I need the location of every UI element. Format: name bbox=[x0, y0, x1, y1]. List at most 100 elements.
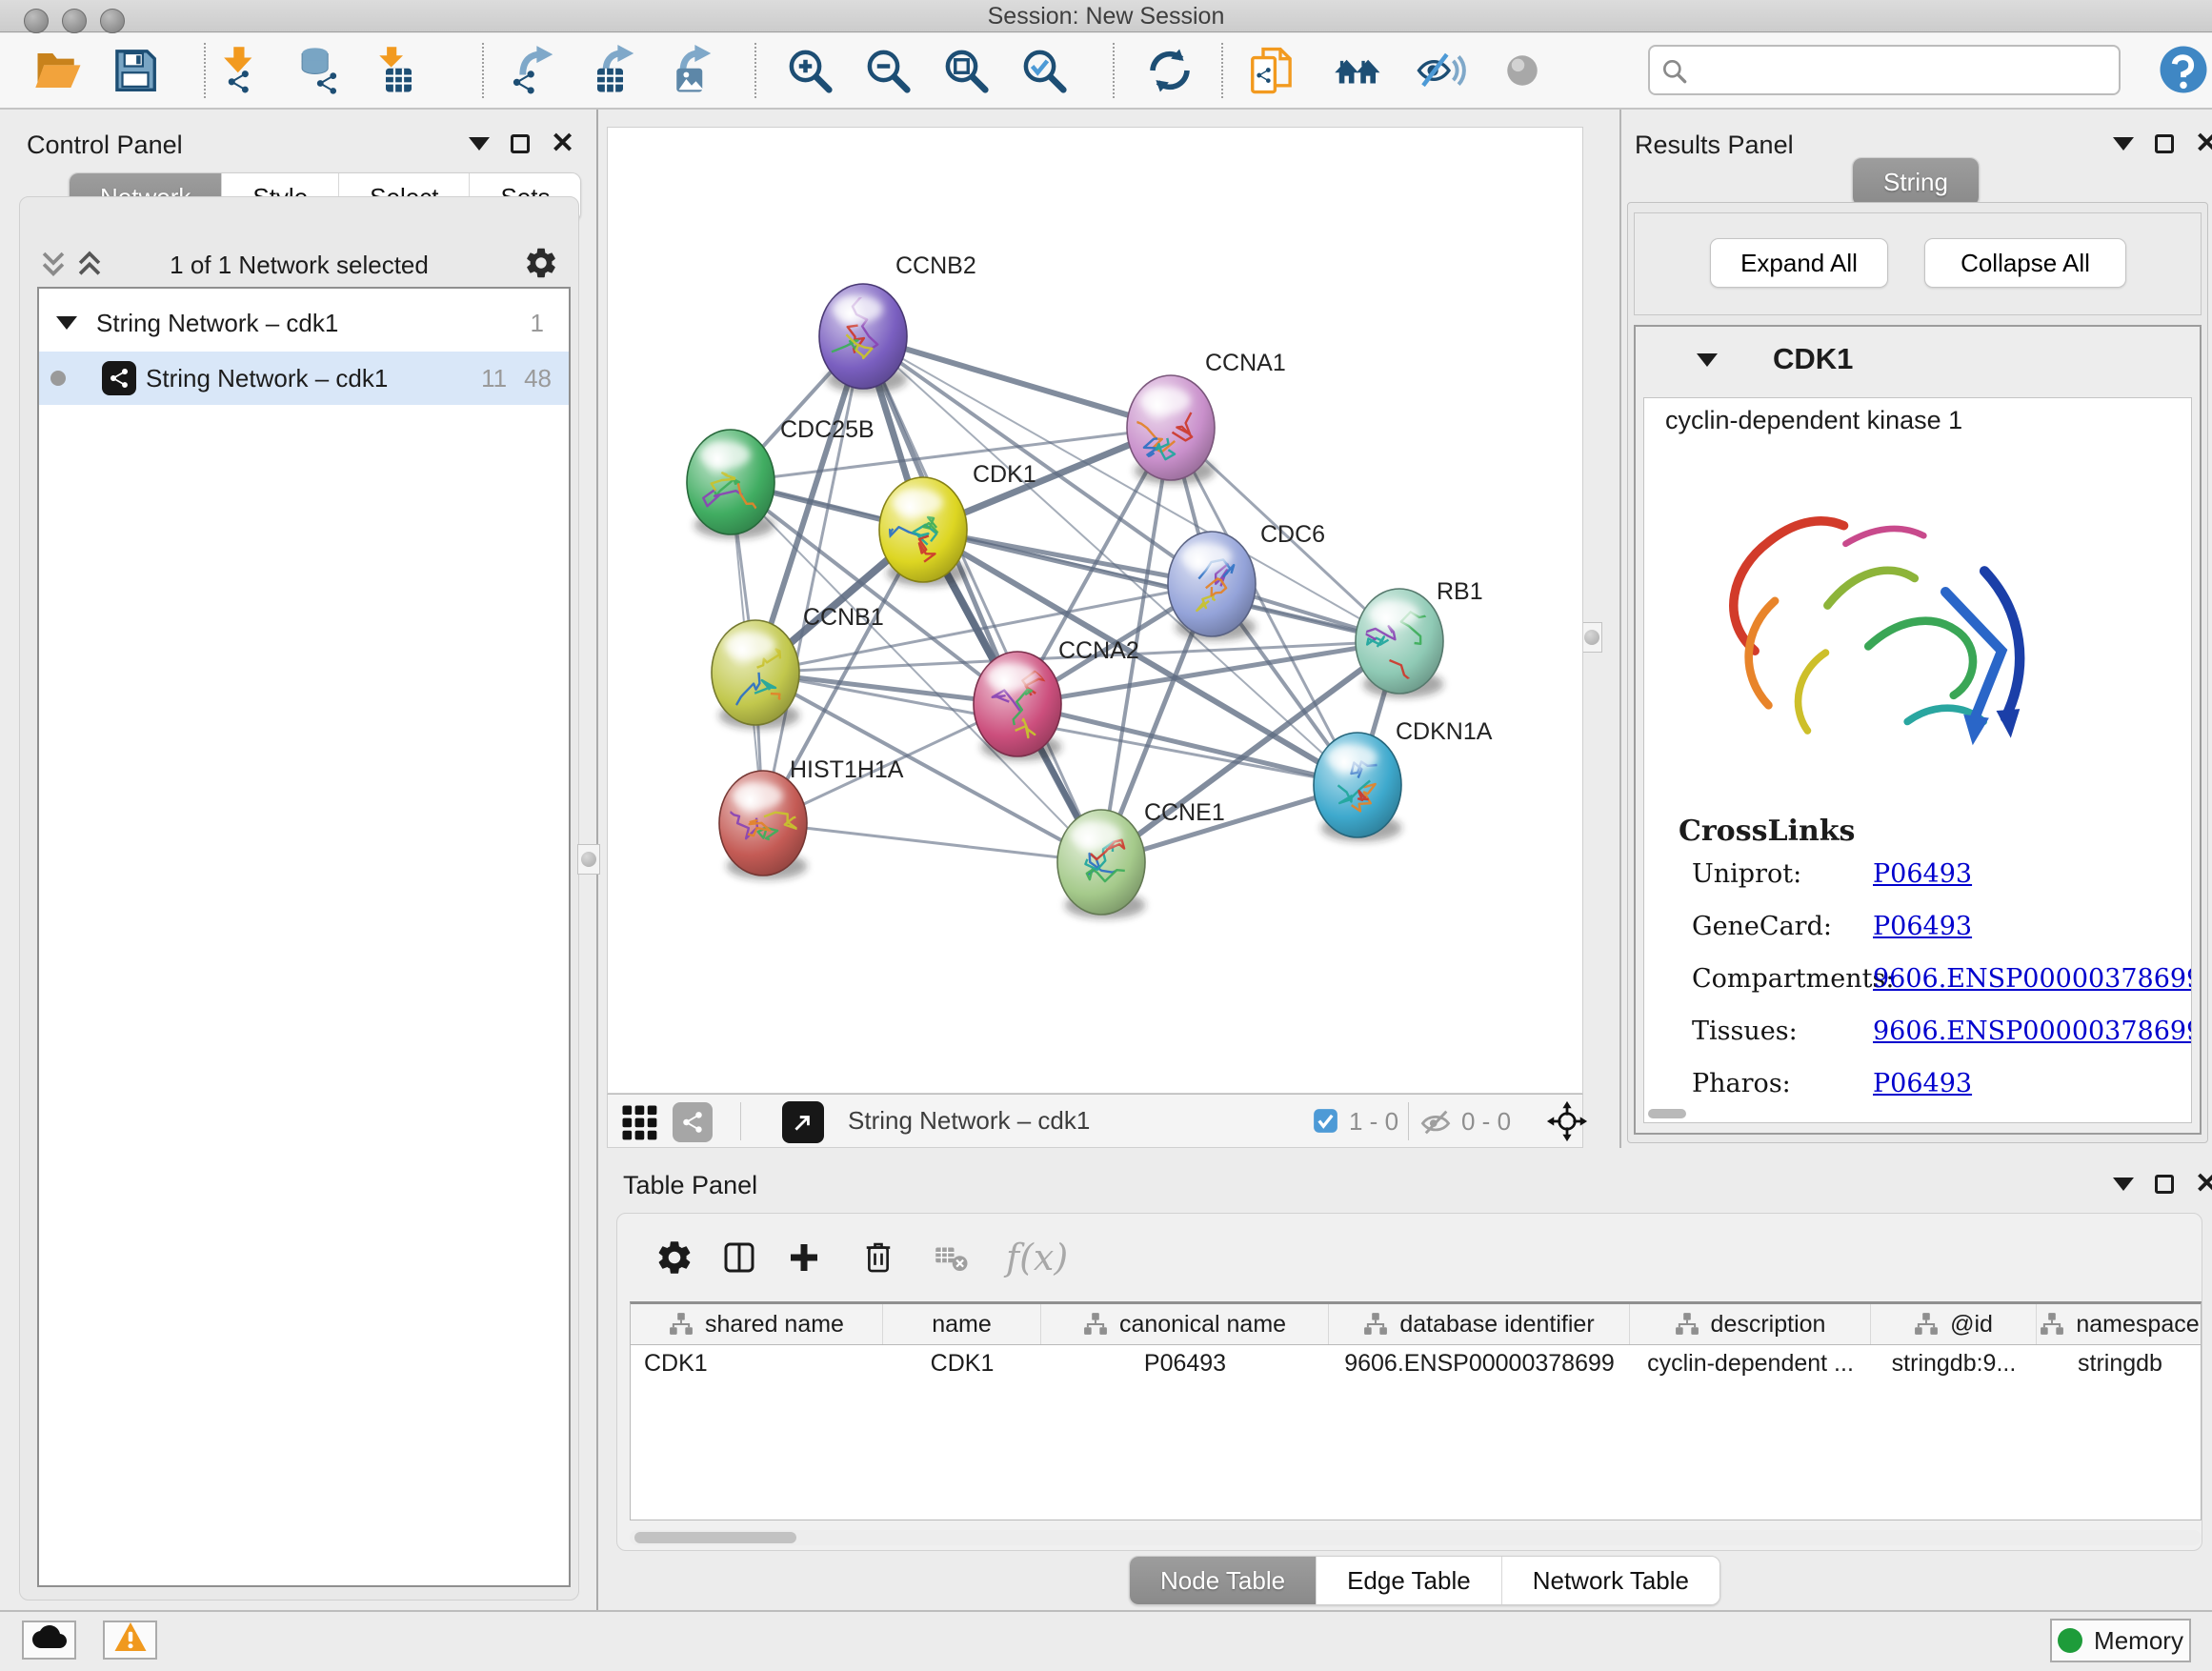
import-network-button[interactable] bbox=[210, 43, 271, 104]
save-session-button[interactable] bbox=[105, 43, 166, 104]
network-canvas[interactable]: CCNB2CCNA1CDC25BCDK1CDC6RB1CCNB1CCNA2CDK… bbox=[607, 127, 1583, 1094]
panel-float-icon[interactable] bbox=[2155, 134, 2174, 153]
network-node-CDC6[interactable]: CDC6 bbox=[1168, 521, 1325, 640]
crosshair-icon[interactable] bbox=[1546, 1100, 1588, 1149]
right-splitter-handle[interactable] bbox=[1581, 622, 1602, 653]
tab-network-table[interactable]: Network Table bbox=[1502, 1557, 1719, 1604]
crosslink-link[interactable]: P06493 bbox=[1873, 1069, 1972, 1098]
collapse-all-button[interactable]: Collapse All bbox=[1924, 238, 2126, 288]
table-row[interactable]: CDK1CDK1P064939606.ENSP00000378699cyclin… bbox=[631, 1345, 2201, 1381]
entry-collapse-icon[interactable] bbox=[1697, 353, 1718, 367]
network-share-icon[interactable] bbox=[673, 1102, 713, 1142]
network-node-CCNA2[interactable]: CCNA2 bbox=[974, 637, 1139, 760]
selected-checkbox-icon[interactable] bbox=[1313, 1108, 1338, 1140]
add-column-icon[interactable] bbox=[781, 1235, 827, 1280]
cloud-button[interactable] bbox=[22, 1621, 76, 1660]
import-table-icon bbox=[369, 45, 420, 103]
column-header-canonical-name[interactable]: canonical name bbox=[1041, 1304, 1329, 1344]
panel-float-icon[interactable] bbox=[2155, 1175, 2174, 1194]
detach-view-icon[interactable] bbox=[782, 1101, 824, 1143]
column-header-database-identifier[interactable]: database identifier bbox=[1329, 1304, 1630, 1344]
network-node-CCNA1[interactable]: CCNA1 bbox=[1127, 350, 1286, 484]
panel-menu-icon[interactable] bbox=[2113, 1178, 2134, 1191]
tab-edge-table[interactable]: Edge Table bbox=[1317, 1557, 1502, 1604]
show-columns-icon[interactable] bbox=[716, 1235, 762, 1280]
crosslink-label: Pharos: bbox=[1692, 1069, 1791, 1098]
apply-layout-button[interactable] bbox=[1139, 43, 1200, 104]
column-header--id[interactable]: @id bbox=[1871, 1304, 2037, 1344]
tab-node-table[interactable]: Node Table bbox=[1130, 1557, 1317, 1604]
zoom-fit-button[interactable] bbox=[935, 43, 996, 104]
delete-column-icon[interactable] bbox=[855, 1235, 901, 1280]
help-button[interactable] bbox=[2157, 43, 2210, 96]
control-panel: Control Panel ✕ NetworkStyleSelectSets 1… bbox=[0, 110, 598, 1610]
network-graph[interactable]: CCNB2CCNA1CDC25BCDK1CDC6RB1CCNB1CCNA2CDK… bbox=[608, 128, 1582, 1093]
table-horizontal-scrollbar[interactable] bbox=[630, 1530, 2202, 1545]
table-panel-title: Table Panel bbox=[623, 1171, 757, 1200]
panel-close-icon[interactable]: ✕ bbox=[2195, 134, 2212, 153]
show-all-button[interactable] bbox=[1492, 43, 1553, 104]
search-icon bbox=[1659, 56, 1690, 93]
clone-network-button[interactable] bbox=[1241, 43, 1302, 104]
panel-menu-icon[interactable] bbox=[469, 137, 490, 151]
open-folder-icon bbox=[33, 45, 85, 103]
export-network-button[interactable] bbox=[503, 43, 564, 104]
hide-selected-button[interactable] bbox=[1410, 43, 1471, 104]
network-collection-row[interactable]: String Network – cdk1 1 bbox=[39, 296, 569, 350]
crosslink-link[interactable]: P06493 bbox=[1873, 859, 1972, 889]
network-node-RB1[interactable]: RB1 bbox=[1356, 578, 1483, 697]
panel-float-icon[interactable] bbox=[511, 134, 530, 153]
network-node-CCNB2[interactable]: CCNB2 bbox=[819, 252, 976, 393]
search-input[interactable] bbox=[1696, 49, 2115, 91]
column-label: shared name bbox=[705, 1311, 844, 1339]
zoom-in-button[interactable] bbox=[779, 43, 840, 104]
left-splitter-handle[interactable] bbox=[577, 844, 600, 875]
column-header-shared-name[interactable]: shared name bbox=[631, 1304, 883, 1344]
node-label-CDC25B: CDC25B bbox=[780, 416, 875, 443]
first-neighbors-button[interactable] bbox=[1328, 43, 1389, 104]
column-header-description[interactable]: description bbox=[1630, 1304, 1871, 1344]
column-header-name[interactable]: name bbox=[883, 1304, 1041, 1344]
warnings-button[interactable] bbox=[103, 1621, 157, 1660]
import-database-button[interactable] bbox=[288, 43, 349, 104]
delete-table-icon[interactable] bbox=[928, 1235, 974, 1280]
network-node-CDKN1A[interactable]: CDKN1A bbox=[1314, 718, 1493, 841]
node-table[interactable]: shared name namecanonical namedatabase id… bbox=[630, 1301, 2202, 1520]
network-node-HIST1H1A[interactable]: HIST1H1A bbox=[719, 756, 904, 879]
column-header-namespace[interactable]: namespace bbox=[2037, 1304, 2202, 1344]
panel-close-icon[interactable]: ✕ bbox=[551, 134, 574, 153]
network-node-CCNE1[interactable]: CCNE1 bbox=[1057, 799, 1225, 918]
network-node-CDK1[interactable]: CDK1 bbox=[879, 461, 1036, 586]
zoom-selected-button[interactable] bbox=[1014, 43, 1075, 104]
memory-button[interactable]: Memory bbox=[2050, 1619, 2191, 1662]
scrollbar-thumb[interactable] bbox=[634, 1532, 796, 1543]
collection-expand-icon[interactable] bbox=[56, 316, 77, 330]
expand-all-button[interactable]: Expand All bbox=[1710, 238, 1888, 288]
crosslink-link[interactable]: 9606.ENSP00000378699 bbox=[1873, 1017, 2192, 1046]
panel-menu-icon[interactable] bbox=[2113, 137, 2134, 151]
panel-close-icon[interactable]: ✕ bbox=[2195, 1175, 2212, 1194]
window-title: Session: New Session bbox=[0, 3, 2212, 30]
tab-string[interactable]: String bbox=[1853, 158, 1979, 206]
zoom-out-button[interactable] bbox=[857, 43, 918, 104]
export-table-button[interactable] bbox=[584, 43, 645, 104]
eye-slash-icon bbox=[1415, 45, 1466, 103]
crosslink-link[interactable]: P06493 bbox=[1873, 912, 1972, 941]
grid-view-icon[interactable] bbox=[619, 1102, 659, 1149]
export-image-button[interactable] bbox=[661, 43, 722, 104]
network-view-title: String Network – cdk1 bbox=[848, 1106, 1090, 1136]
open-session-button[interactable] bbox=[29, 43, 90, 104]
table-gear-icon[interactable] bbox=[652, 1235, 697, 1280]
results-scrollbar[interactable] bbox=[1648, 1109, 1686, 1118]
network-edge-count: 48 bbox=[524, 364, 552, 393]
network-row[interactable]: String Network – cdk1 11 48 bbox=[39, 352, 569, 405]
function-builder-icon[interactable]: f(x) bbox=[1006, 1237, 1068, 1278]
import-table-button[interactable] bbox=[364, 43, 425, 104]
column-type-icon bbox=[1363, 1312, 1388, 1337]
node-label-CCNA2: CCNA2 bbox=[1058, 637, 1139, 664]
table-cell: CDK1 bbox=[631, 1345, 883, 1381]
node-label-CCNA1: CCNA1 bbox=[1205, 350, 1286, 376]
crosslink-link[interactable]: 9606.ENSP00000378699 bbox=[1873, 964, 2192, 994]
network-options-gear-icon[interactable] bbox=[523, 245, 559, 288]
zoom-in-icon bbox=[784, 45, 835, 103]
